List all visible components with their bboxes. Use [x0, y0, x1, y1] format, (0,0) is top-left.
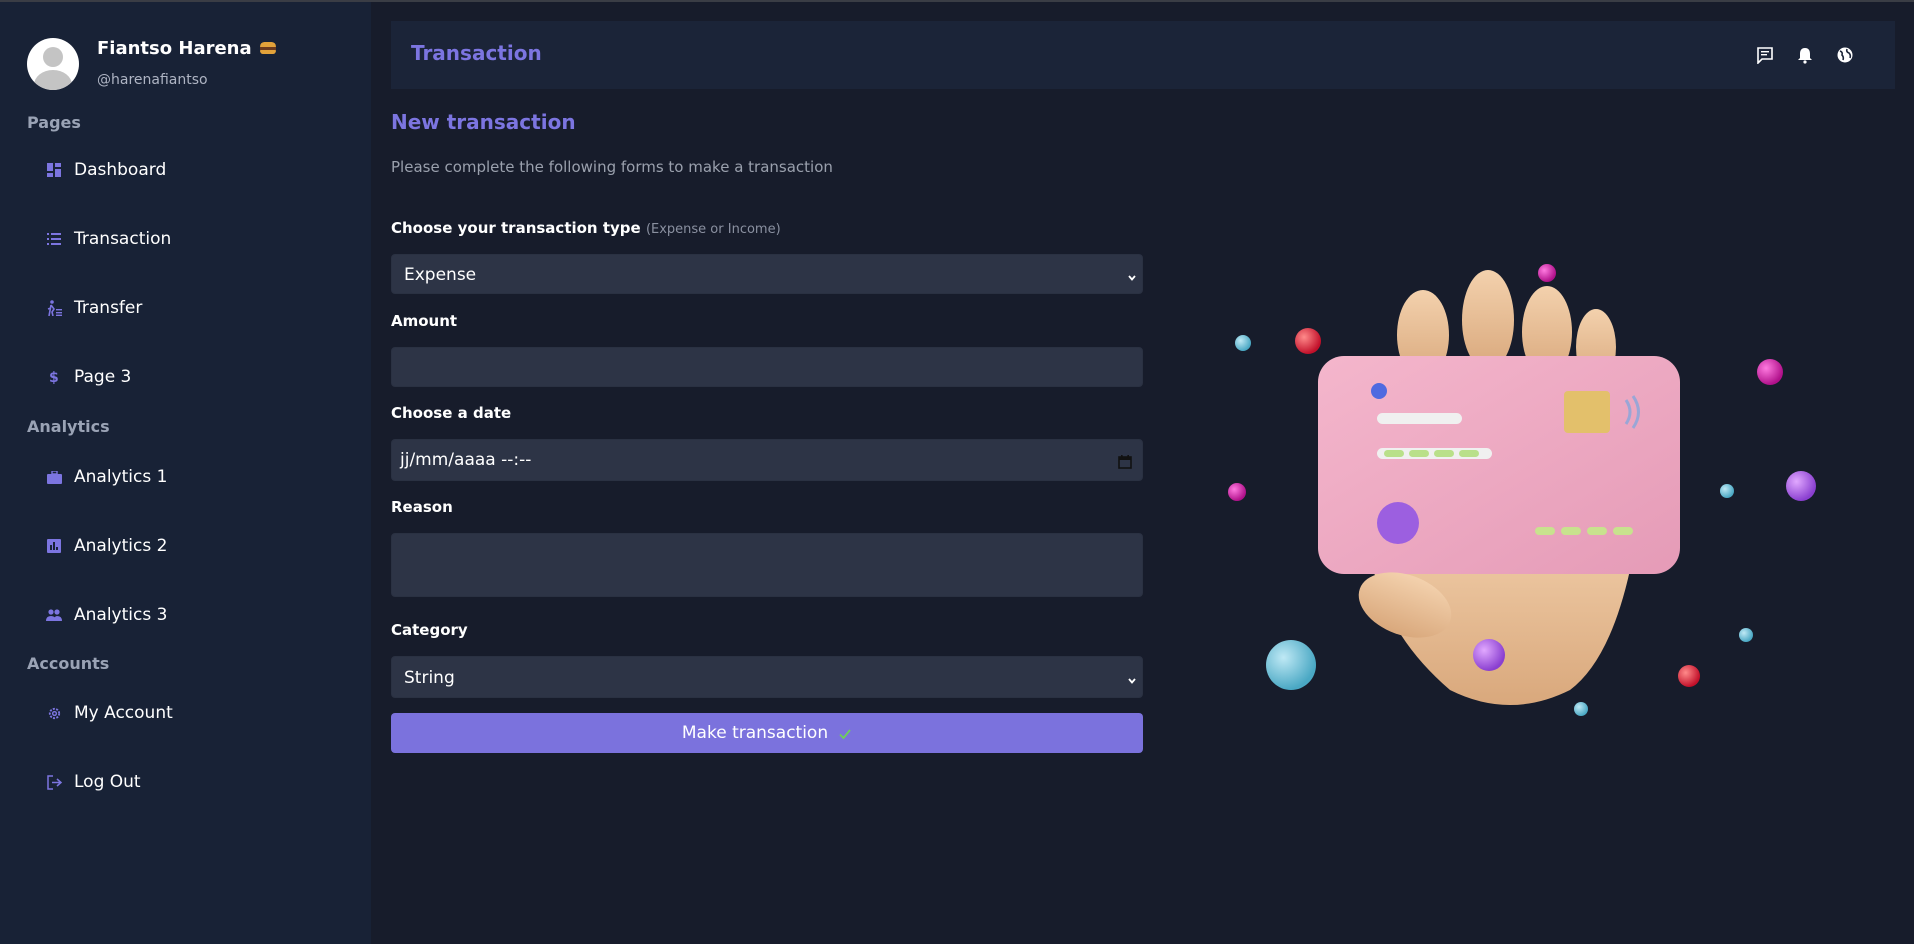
section-title-pages: Pages [27, 113, 81, 132]
sidebar-item-label: Analytics 1 [74, 467, 168, 487]
list-icon [46, 231, 62, 247]
form-title: New transaction [391, 110, 576, 134]
category-select[interactable]: String [391, 656, 1143, 698]
section-title-accounts: Accounts [27, 654, 110, 673]
chevron-down-icon [1126, 269, 1138, 281]
sidebar: Fiantso Harena @harenafiantso Pages Dash… [0, 2, 371, 944]
transaction-type-select[interactable]: Expense [391, 254, 1143, 294]
dollar-icon: $ [46, 369, 62, 385]
reason-textarea[interactable] [391, 533, 1143, 597]
check-icon [838, 726, 852, 740]
svg-text:$: $ [49, 370, 59, 385]
date-value: jj/mm/aaaa --:-- [400, 450, 532, 470]
bar-chart-icon [46, 538, 62, 554]
sidebar-item-label: Transaction [74, 229, 172, 249]
sidebar-item-transfer[interactable]: Transfer [46, 296, 142, 320]
sidebar-item-label: My Account [74, 703, 173, 723]
sidebar-item-my-account[interactable]: My Account [46, 701, 173, 725]
transaction-type-value: Expense [404, 265, 477, 285]
walking-icon [46, 300, 62, 316]
page-title: Transaction [411, 41, 542, 65]
amount-input[interactable] [391, 347, 1143, 387]
section-title-analytics: Analytics [27, 417, 110, 436]
user-profile: Fiantso Harena @harenafiantso [27, 38, 357, 94]
transaction-type-label: Choose your transaction type (Expense or… [391, 219, 781, 237]
burger-emoji-icon [259, 42, 276, 54]
avatar[interactable] [27, 38, 79, 90]
make-transaction-button[interactable]: Make transaction [391, 713, 1143, 753]
sidebar-item-label: Analytics 2 [74, 536, 168, 556]
transaction-type-hint: (Expense or Income) [645, 222, 781, 237]
user-handle: @harenafiantso [97, 72, 208, 88]
sidebar-item-transaction[interactable]: Transaction [46, 227, 171, 251]
sidebar-item-analytics-2[interactable]: Analytics 2 [46, 534, 167, 558]
sidebar-item-label: Transfer [74, 298, 143, 318]
transaction-type-label-text: Choose your transaction type [391, 219, 641, 237]
user-name-text: Fiantso Harena [97, 38, 252, 59]
category-value: String [404, 668, 455, 688]
sidebar-item-dashboard[interactable]: Dashboard [46, 158, 166, 182]
reason-label: Reason [391, 498, 453, 516]
user-name: Fiantso Harena [97, 38, 276, 59]
sidebar-item-analytics-3[interactable]: Analytics 3 [46, 603, 167, 627]
sidebar-item-label: Dashboard [74, 160, 167, 180]
logout-icon [46, 774, 62, 790]
sidebar-item-label: Log Out [74, 772, 141, 792]
globe-icon[interactable] [1836, 46, 1854, 64]
gear-icon [46, 705, 62, 721]
sidebar-item-page-3[interactable]: $ Page 3 [46, 365, 131, 389]
date-input[interactable]: jj/mm/aaaa --:-- [391, 439, 1143, 481]
sidebar-item-analytics-1[interactable]: Analytics 1 [46, 465, 167, 489]
bell-icon[interactable] [1796, 46, 1814, 64]
category-label: Category [391, 621, 468, 639]
sidebar-item-label: Analytics 3 [74, 605, 168, 625]
people-icon [46, 607, 62, 623]
make-transaction-label: Make transaction [681, 723, 829, 743]
form-subtitle: Please complete the following forms to m… [391, 158, 833, 176]
chat-icon[interactable] [1756, 46, 1774, 65]
sidebar-item-log-out[interactable]: Log Out [46, 770, 141, 794]
date-label: Choose a date [391, 404, 512, 422]
amount-label: Amount [391, 312, 458, 330]
chevron-down-icon [1126, 672, 1138, 684]
briefcase-icon [46, 469, 62, 485]
sidebar-item-label: Page 3 [74, 367, 132, 387]
calendar-icon[interactable] [1118, 454, 1132, 469]
top-header: Transaction [391, 21, 1895, 89]
dashboard-icon [46, 162, 62, 178]
card-in-hand-illustration [1210, 250, 1840, 730]
